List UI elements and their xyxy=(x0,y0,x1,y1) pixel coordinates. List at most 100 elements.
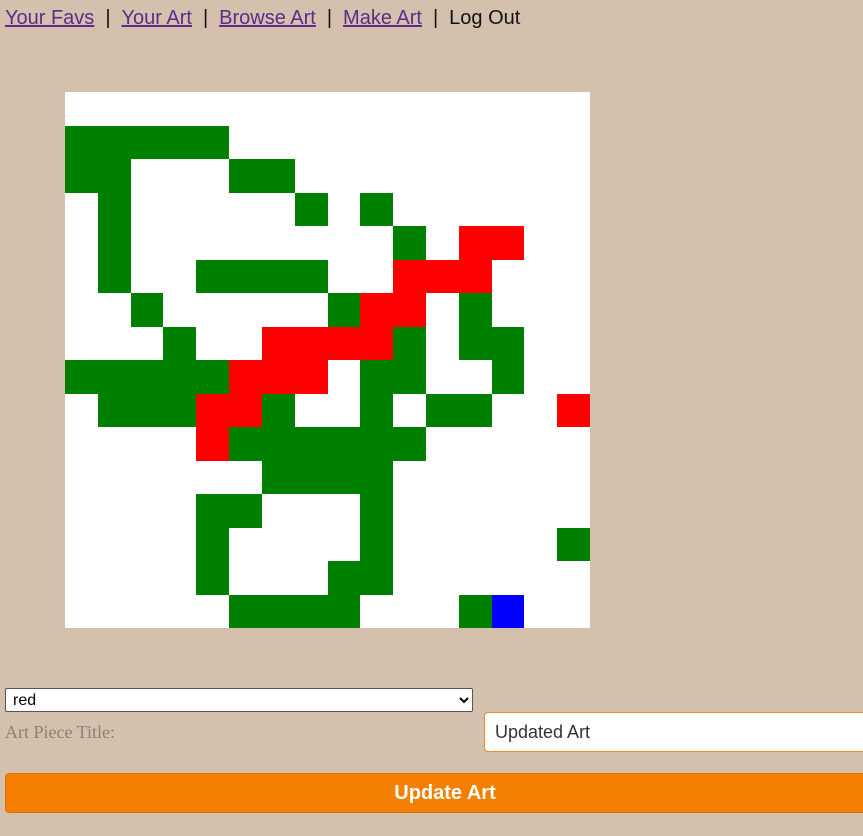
pixel-cell[interactable] xyxy=(163,460,197,494)
pixel-cell[interactable] xyxy=(97,92,131,126)
pixel-cell[interactable] xyxy=(97,326,131,360)
pixel-cell[interactable] xyxy=(524,494,558,528)
pixel-cell[interactable] xyxy=(294,159,328,193)
pixel-cell[interactable] xyxy=(393,393,426,427)
pixel-cell[interactable] xyxy=(196,360,230,394)
pixel-cell[interactable] xyxy=(458,192,492,226)
pixel-art-canvas[interactable] xyxy=(65,92,590,628)
update-art-button[interactable]: Update Art xyxy=(5,773,863,813)
pixel-cell[interactable] xyxy=(294,360,328,394)
pixel-cell[interactable] xyxy=(557,192,590,226)
pixel-cell[interactable] xyxy=(524,360,558,394)
nav-link-make-art[interactable]: Make Art xyxy=(343,7,422,29)
pixel-cell[interactable] xyxy=(97,159,131,193)
pixel-cell[interactable] xyxy=(425,527,459,561)
pixel-cell[interactable] xyxy=(425,293,459,327)
pixel-cell[interactable] xyxy=(97,494,131,528)
pixel-cell[interactable] xyxy=(458,226,492,260)
color-select[interactable]: red xyxy=(5,688,473,712)
pixel-cell[interactable] xyxy=(360,159,394,193)
pixel-cell[interactable] xyxy=(360,494,394,528)
pixel-cell[interactable] xyxy=(360,326,394,360)
pixel-cell[interactable] xyxy=(360,226,394,260)
pixel-cell[interactable] xyxy=(425,393,459,427)
pixel-cell[interactable] xyxy=(294,125,328,159)
pixel-cell[interactable] xyxy=(65,92,98,126)
pixel-cell[interactable] xyxy=(229,125,262,159)
nav-link-your-art[interactable]: Your Art xyxy=(122,7,192,29)
pixel-cell[interactable] xyxy=(557,159,590,193)
pixel-cell[interactable] xyxy=(458,393,492,427)
pixel-cell[interactable] xyxy=(97,125,131,159)
pixel-cell[interactable] xyxy=(130,393,164,427)
pixel-cell[interactable] xyxy=(425,125,459,159)
pixel-cell[interactable] xyxy=(524,527,558,561)
pixel-cell[interactable] xyxy=(196,92,230,126)
pixel-cell[interactable] xyxy=(97,393,131,427)
pixel-cell[interactable] xyxy=(360,259,394,293)
pixel-cell[interactable] xyxy=(360,125,394,159)
pixel-cell[interactable] xyxy=(229,427,262,461)
pixel-cell[interactable] xyxy=(557,594,590,628)
pixel-cell[interactable] xyxy=(130,159,164,193)
pixel-cell[interactable] xyxy=(491,326,525,360)
pixel-cell[interactable] xyxy=(196,460,230,494)
pixel-cell[interactable] xyxy=(557,92,590,126)
pixel-cell[interactable] xyxy=(458,293,492,327)
pixel-cell[interactable] xyxy=(163,159,197,193)
pixel-cell[interactable] xyxy=(97,360,131,394)
pixel-cell[interactable] xyxy=(261,326,295,360)
pixel-cell[interactable] xyxy=(524,326,558,360)
pixel-cell[interactable] xyxy=(261,92,295,126)
pixel-cell[interactable] xyxy=(261,226,295,260)
pixel-cell[interactable] xyxy=(557,527,590,561)
pixel-cell[interactable] xyxy=(229,259,262,293)
pixel-cell[interactable] xyxy=(196,594,230,628)
pixel-cell[interactable] xyxy=(229,159,262,193)
pixel-cell[interactable] xyxy=(163,92,197,126)
pixel-cell[interactable] xyxy=(327,226,361,260)
pixel-cell[interactable] xyxy=(524,561,558,595)
pixel-cell[interactable] xyxy=(327,393,361,427)
pixel-cell[interactable] xyxy=(491,159,525,193)
pixel-cell[interactable] xyxy=(196,494,230,528)
pixel-cell[interactable] xyxy=(458,92,492,126)
pixel-cell[interactable] xyxy=(393,125,426,159)
pixel-cell[interactable] xyxy=(130,360,164,394)
pixel-cell[interactable] xyxy=(130,594,164,628)
pixel-cell[interactable] xyxy=(393,460,426,494)
pixel-cell[interactable] xyxy=(524,92,558,126)
pixel-cell[interactable] xyxy=(294,427,328,461)
pixel-cell[interactable] xyxy=(491,460,525,494)
pixel-cell[interactable] xyxy=(196,192,230,226)
pixel-cell[interactable] xyxy=(360,360,394,394)
pixel-cell[interactable] xyxy=(261,460,295,494)
pixel-cell[interactable] xyxy=(130,92,164,126)
pixel-cell[interactable] xyxy=(163,259,197,293)
pixel-cell[interactable] xyxy=(65,427,98,461)
pixel-cell[interactable] xyxy=(97,460,131,494)
pixel-cell[interactable] xyxy=(261,192,295,226)
pixel-cell[interactable] xyxy=(425,326,459,360)
pixel-cell[interactable] xyxy=(524,226,558,260)
pixel-cell[interactable] xyxy=(360,427,394,461)
pixel-cell[interactable] xyxy=(65,226,98,260)
pixel-cell[interactable] xyxy=(229,393,262,427)
pixel-cell[interactable] xyxy=(491,561,525,595)
pixel-cell[interactable] xyxy=(524,293,558,327)
pixel-cell[interactable] xyxy=(458,561,492,595)
pixel-cell[interactable] xyxy=(327,293,361,327)
pixel-cell[interactable] xyxy=(163,192,197,226)
pixel-cell[interactable] xyxy=(458,125,492,159)
pixel-cell[interactable] xyxy=(229,92,262,126)
pixel-cell[interactable] xyxy=(425,159,459,193)
pixel-cell[interactable] xyxy=(491,527,525,561)
pixel-cell[interactable] xyxy=(425,192,459,226)
pixel-cell[interactable] xyxy=(196,226,230,260)
pixel-cell[interactable] xyxy=(425,594,459,628)
pixel-cell[interactable] xyxy=(491,226,525,260)
pixel-cell[interactable] xyxy=(458,159,492,193)
pixel-cell[interactable] xyxy=(229,360,262,394)
pixel-cell[interactable] xyxy=(294,259,328,293)
pixel-cell[interactable] xyxy=(557,393,590,427)
